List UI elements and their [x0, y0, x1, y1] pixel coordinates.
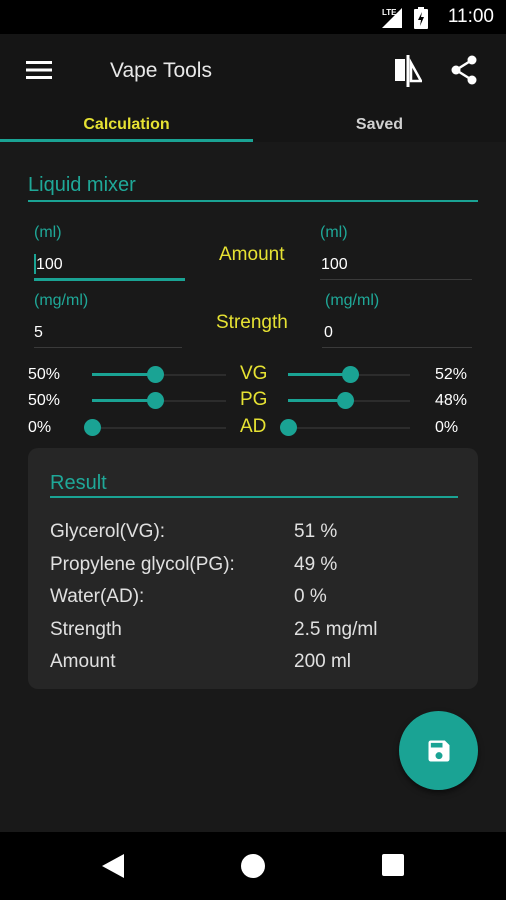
result-row-label: Glycerol(VG): — [50, 521, 166, 542]
slider-pg-left-thumb[interactable] — [146, 392, 164, 409]
slider-vg-left-thumb[interactable] — [146, 366, 164, 383]
system-nav-bar — [0, 832, 506, 900]
slider-pg-label: PG — [240, 389, 268, 410]
battery-charging-icon — [414, 7, 428, 34]
strength-left-unit: (mg/ml) — [34, 292, 89, 309]
result-row-value: 200 ml — [294, 651, 352, 672]
result-row-value: 51 % — [294, 521, 338, 542]
slider-vg-right-fill — [288, 373, 351, 376]
slider-ad-left-percent: 0% — [28, 419, 52, 436]
strength-label: Strength — [216, 312, 288, 333]
tab-saved[interactable]: Saved — [253, 108, 506, 142]
result-divider — [50, 496, 458, 498]
amount-left-input[interactable]: 100 — [36, 256, 63, 274]
slider-vg-label: VG — [240, 363, 268, 384]
strength-right-unit: (mg/ml) — [325, 292, 380, 309]
slider-ad-right-track — [288, 427, 410, 429]
result-row-label: Water(AD): — [50, 586, 145, 607]
app-bar: Vape Tools — [0, 34, 506, 108]
save-floppy-icon — [428, 740, 450, 762]
slider-vg-left-fill — [92, 373, 155, 376]
slider-pg-left-fill — [92, 399, 155, 402]
home-icon[interactable] — [241, 854, 265, 878]
strength-right-underline — [322, 347, 472, 348]
slider-ad-left-track — [92, 427, 226, 429]
slider-ad-label: AD — [240, 416, 267, 437]
amount-left-unit: (ml) — [34, 224, 62, 241]
amount-right-underline — [320, 279, 472, 280]
result-row-value: 2.5 mg/ml — [294, 618, 378, 640]
slider-pg-left-percent: 50% — [28, 392, 61, 409]
strength-left-underline — [34, 347, 182, 348]
app-title: Vape Tools — [110, 59, 212, 82]
back-icon[interactable] — [102, 854, 124, 883]
share-icon[interactable] — [450, 55, 478, 90]
strength-right-input[interactable]: 0 — [324, 324, 333, 342]
slider-ad-left-thumb[interactable] — [84, 419, 101, 436]
result-row-label: Amount — [50, 651, 116, 672]
slider-pg-right-percent: 48% — [435, 392, 468, 409]
amount-right-input[interactable]: 100 — [321, 256, 348, 274]
amount-right-unit: (ml) — [320, 224, 348, 241]
clock: 11:00 — [447, 6, 494, 27]
slider-vg-left-percent: 50% — [28, 366, 61, 383]
slider-vg-right-percent: 52% — [435, 366, 468, 383]
swap-icon[interactable] — [394, 55, 424, 92]
svg-text:LTE: LTE — [382, 8, 397, 17]
slider-ad-right-thumb[interactable] — [280, 419, 297, 436]
result-row-label: Propylene glycol(PG): — [50, 553, 235, 575]
result-row-label: Strength — [50, 618, 122, 640]
result-row-value: 0 % — [294, 586, 327, 607]
section-title-liquid-mixer: Liquid mixer — [28, 174, 136, 196]
tab-calculation[interactable]: Calculation — [0, 108, 253, 142]
save-button[interactable] — [399, 711, 478, 790]
recents-icon[interactable] — [382, 854, 404, 876]
result-title: Result — [50, 472, 107, 494]
section-divider — [28, 200, 478, 202]
result-row-value: 49 % — [294, 553, 338, 575]
lte-signal-icon: LTE — [382, 6, 402, 33]
hamburger-menu-icon[interactable] — [26, 59, 52, 81]
amount-left-underline — [34, 278, 185, 281]
tab-bar: Calculation Saved — [0, 108, 506, 142]
slider-ad-right-percent: 0% — [435, 419, 459, 436]
status-bar: LTE 11:00 — [0, 0, 506, 34]
amount-label: Amount — [219, 244, 285, 265]
strength-left-input[interactable]: 5 — [34, 324, 43, 342]
